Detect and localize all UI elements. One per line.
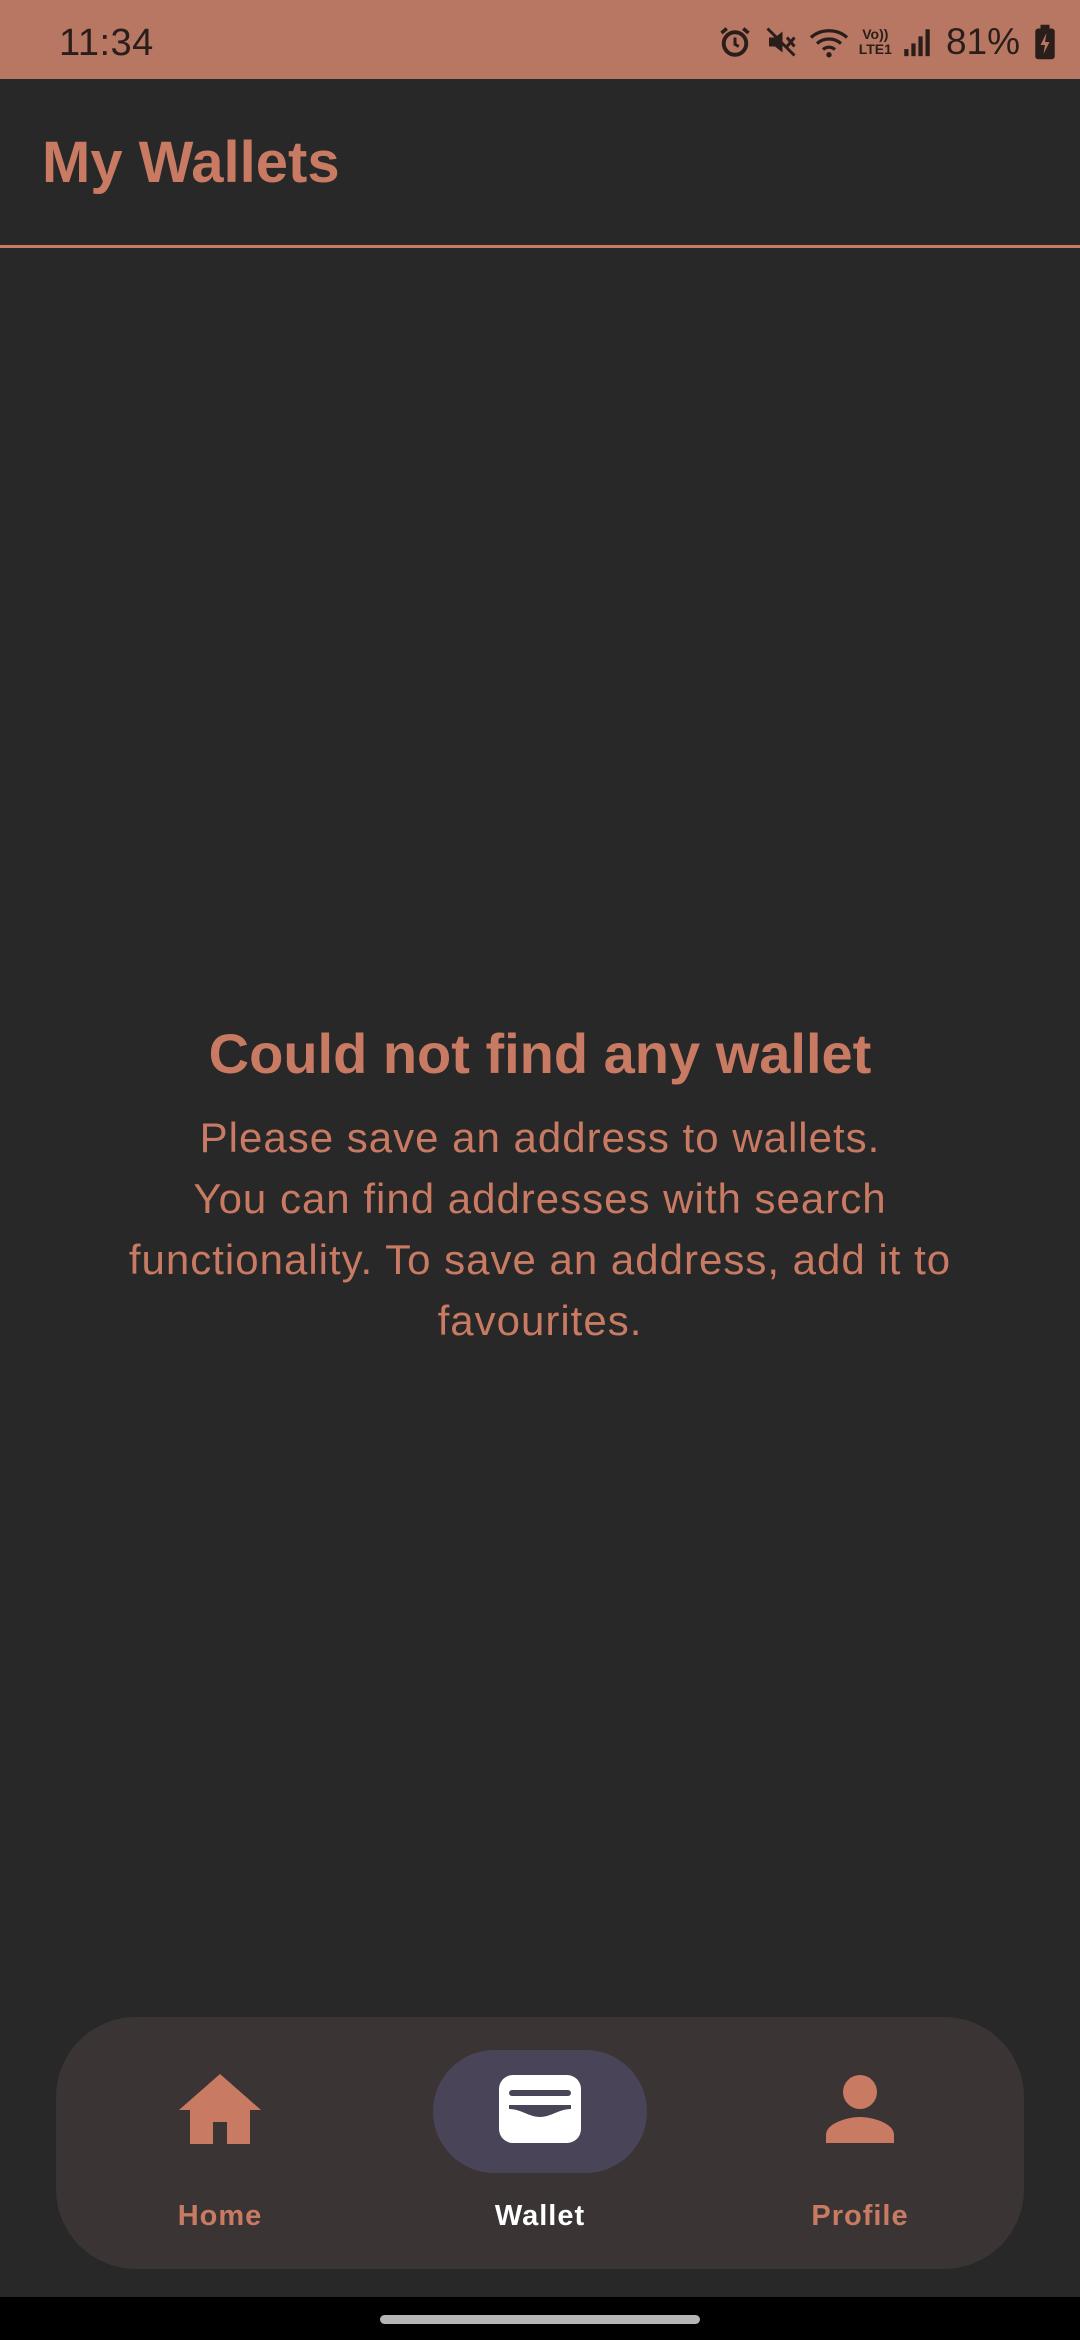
volte-line1: Vo)) [862,26,889,42]
person-icon [824,2073,896,2150]
status-icons: Vo)) LTE1 81% [717,21,1056,62]
empty-state-line: Please save an address to wallets. [199,1114,881,1161]
empty-state-title: Could not find any wallet [208,1022,872,1085]
nav-active-indicator [433,2050,647,2173]
empty-state-line: You can find addresses with search [193,1175,887,1222]
battery-percent: 81% [945,21,1020,62]
bottom-navigation: Home Wallet Profile [56,2017,1024,2269]
nav-item-home[interactable]: Home [70,2017,370,2269]
signal-icon [902,25,932,59]
nav-item-profile[interactable]: Profile [710,2017,1010,2269]
gesture-handle[interactable] [380,2315,700,2324]
page-title: My Wallets [42,130,340,195]
empty-state-line: functionality. To save an address, add i… [128,1236,952,1283]
mute-icon [763,24,799,60]
wallet-icon [497,2073,583,2150]
volte-icon: Vo)) LTE1 [859,27,892,57]
nav-icon-container [753,2050,967,2173]
nav-item-wallet[interactable]: Wallet [390,2017,690,2269]
battery-charging-icon [1034,24,1056,60]
nav-label-wallet: Wallet [494,2200,586,2232]
app-header: My Wallets [0,79,1080,248]
alarm-icon [717,24,753,60]
nav-label-profile: Profile [811,2200,909,2232]
nav-icon-container [113,2050,327,2173]
nav-label-home: Home [177,2200,263,2232]
volte-line2: LTE1 [858,41,892,57]
status-bar: 11:34 Vo)) LTE1 81% [0,0,1080,79]
wifi-icon [809,24,849,60]
app-screen: 11:34 Vo)) LTE1 81% My Wallets Could not… [0,0,1080,2297]
home-icon [177,2072,263,2151]
empty-state: Could not find any wallet Please save an… [0,1015,1080,1351]
status-time: 11:34 [59,22,154,64]
empty-state-line: favourites. [437,1297,643,1344]
empty-state-message: Please save an address to wallets. You c… [60,1107,1020,1351]
